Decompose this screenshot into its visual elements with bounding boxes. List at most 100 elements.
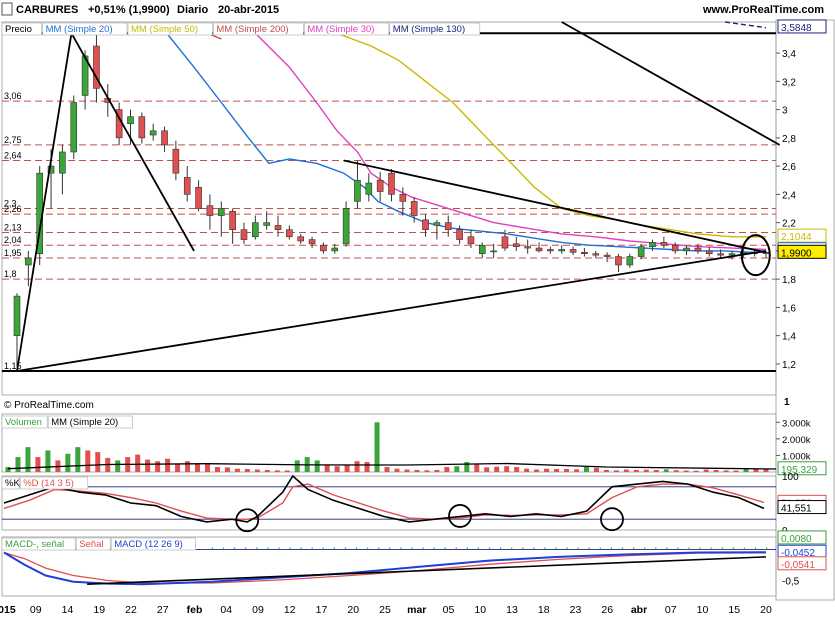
candle-down — [705, 250, 713, 255]
y-tick-label: 1,8 — [782, 275, 796, 286]
macd-histogram-bar — [721, 547, 723, 550]
volume-bar — [613, 470, 619, 472]
volume-bar — [45, 450, 51, 472]
candle-down — [569, 249, 577, 253]
x-tick-label: 25 — [379, 604, 391, 616]
macd-y-tick-label: -0,5 — [782, 576, 800, 587]
x-tick-label: 23 — [570, 604, 582, 616]
level-label: 2,75 — [4, 135, 22, 145]
level-label: 1,15 — [4, 361, 22, 371]
menu-icon[interactable] — [1, 2, 13, 16]
candle-down — [467, 236, 475, 245]
macd-histogram-bar — [544, 547, 546, 550]
candle-up — [354, 179, 361, 202]
chart-canvas[interactable]: CARBURES +0,51% (1,9900) Diario 20-abr-2… — [0, 0, 835, 620]
macd-histogram-bar — [655, 547, 657, 550]
candle-up — [149, 130, 157, 136]
macd-histogram-bar — [366, 547, 369, 550]
candle-up — [626, 256, 634, 266]
level-label: 1,8 — [4, 269, 17, 279]
x-tick-label: 04 — [220, 604, 232, 616]
x-tick-label: 05 — [443, 604, 455, 616]
macd-histogram-bar — [477, 547, 480, 550]
volume-legend-label: Volumen — [5, 417, 42, 428]
price-legend-label: Precio — [5, 24, 32, 35]
volume-bar — [294, 460, 300, 472]
y-tick-label: 3 — [782, 106, 788, 117]
macd-histogram-bar — [677, 547, 679, 550]
volume-bar — [264, 470, 270, 472]
macd-histogram-bar — [666, 547, 668, 550]
volume-y-tick-label: 1.000k — [782, 451, 811, 462]
volume-bar — [195, 463, 200, 472]
volume-ma-line — [7, 462, 777, 470]
y-tick-label: 2,8 — [782, 134, 796, 145]
candle-down — [592, 253, 600, 256]
candle-up — [490, 250, 497, 253]
site-label: www.ProRealTime.com — [702, 4, 824, 16]
volume-bar — [244, 469, 250, 472]
candle-up — [263, 222, 270, 226]
volume-bar — [763, 469, 769, 472]
candle-down — [399, 194, 407, 202]
volume-bar — [224, 467, 230, 472]
plot-layer — [3, 21, 781, 586]
macd-legend-label: MACD (12 26 9) — [114, 539, 183, 550]
volume-bar — [85, 450, 91, 472]
x-tick-label: 15 — [728, 604, 740, 616]
x-tick-label: 09 — [252, 604, 264, 616]
y-tick-label: 2,4 — [782, 190, 796, 201]
volume-bar — [713, 470, 719, 472]
volume-bar — [603, 470, 609, 472]
candle-up — [637, 246, 645, 257]
volume-bar — [35, 457, 41, 472]
volume-bar — [723, 470, 729, 472]
volume-bar — [494, 466, 500, 472]
macd-histogram-bar — [488, 547, 491, 550]
candle-down — [671, 244, 679, 252]
macd-histogram-bar — [732, 547, 734, 550]
macd-histogram-bar — [233, 547, 236, 550]
stochastic-d-line — [3, 483, 765, 520]
price-legend-label: MM (Simple 30) — [307, 24, 374, 35]
y-tick-label: 1,4 — [782, 332, 796, 343]
candle-down — [410, 201, 418, 216]
macd-histogram-bar — [245, 547, 247, 550]
trendline — [343, 159, 767, 254]
volume-bar — [234, 468, 240, 472]
macd-histogram-bar — [599, 547, 601, 550]
price-change: +0,51% (1,9900) — [88, 4, 170, 16]
candle-up — [558, 249, 566, 252]
stochastic-k-line — [3, 474, 765, 523]
macd-histogram-bar — [754, 547, 757, 550]
x-tick-label: 09 — [30, 604, 42, 616]
macd-histogram-bar — [688, 547, 690, 550]
volume-y-tick-label: 3.000k — [782, 418, 811, 429]
volume-bar — [663, 469, 669, 472]
candle-down — [172, 148, 180, 174]
candle-down — [206, 205, 214, 216]
volume-bar — [165, 458, 171, 472]
price-legend-label: MM (Simple 200) — [216, 24, 288, 35]
candle-up — [25, 257, 32, 266]
macd-legend-label: Señal — [79, 539, 103, 550]
volume-bar — [364, 462, 370, 472]
x-tick-label: 17 — [316, 604, 328, 616]
volume-bar — [314, 460, 320, 472]
macd-histogram-bar — [300, 547, 302, 550]
volume-y-tick-label: 2.000k — [782, 435, 811, 446]
grid-layer — [1, 19, 835, 601]
macd-histogram-bar — [710, 547, 712, 550]
volume-bar — [135, 454, 141, 472]
stochastic-legend-label: %K — [5, 478, 20, 489]
y-tick-label: 1,6 — [782, 303, 796, 314]
volume-bar — [404, 469, 410, 472]
macd-signal-line — [3, 551, 767, 584]
volume-bar — [334, 466, 340, 472]
volume-bar — [733, 470, 739, 472]
price-legend-label: MM (Simple 50) — [131, 24, 198, 35]
x-tick-label: 19 — [93, 604, 105, 616]
candle-down — [444, 222, 452, 230]
volume-bar — [284, 470, 290, 472]
volume-bar — [643, 469, 649, 472]
